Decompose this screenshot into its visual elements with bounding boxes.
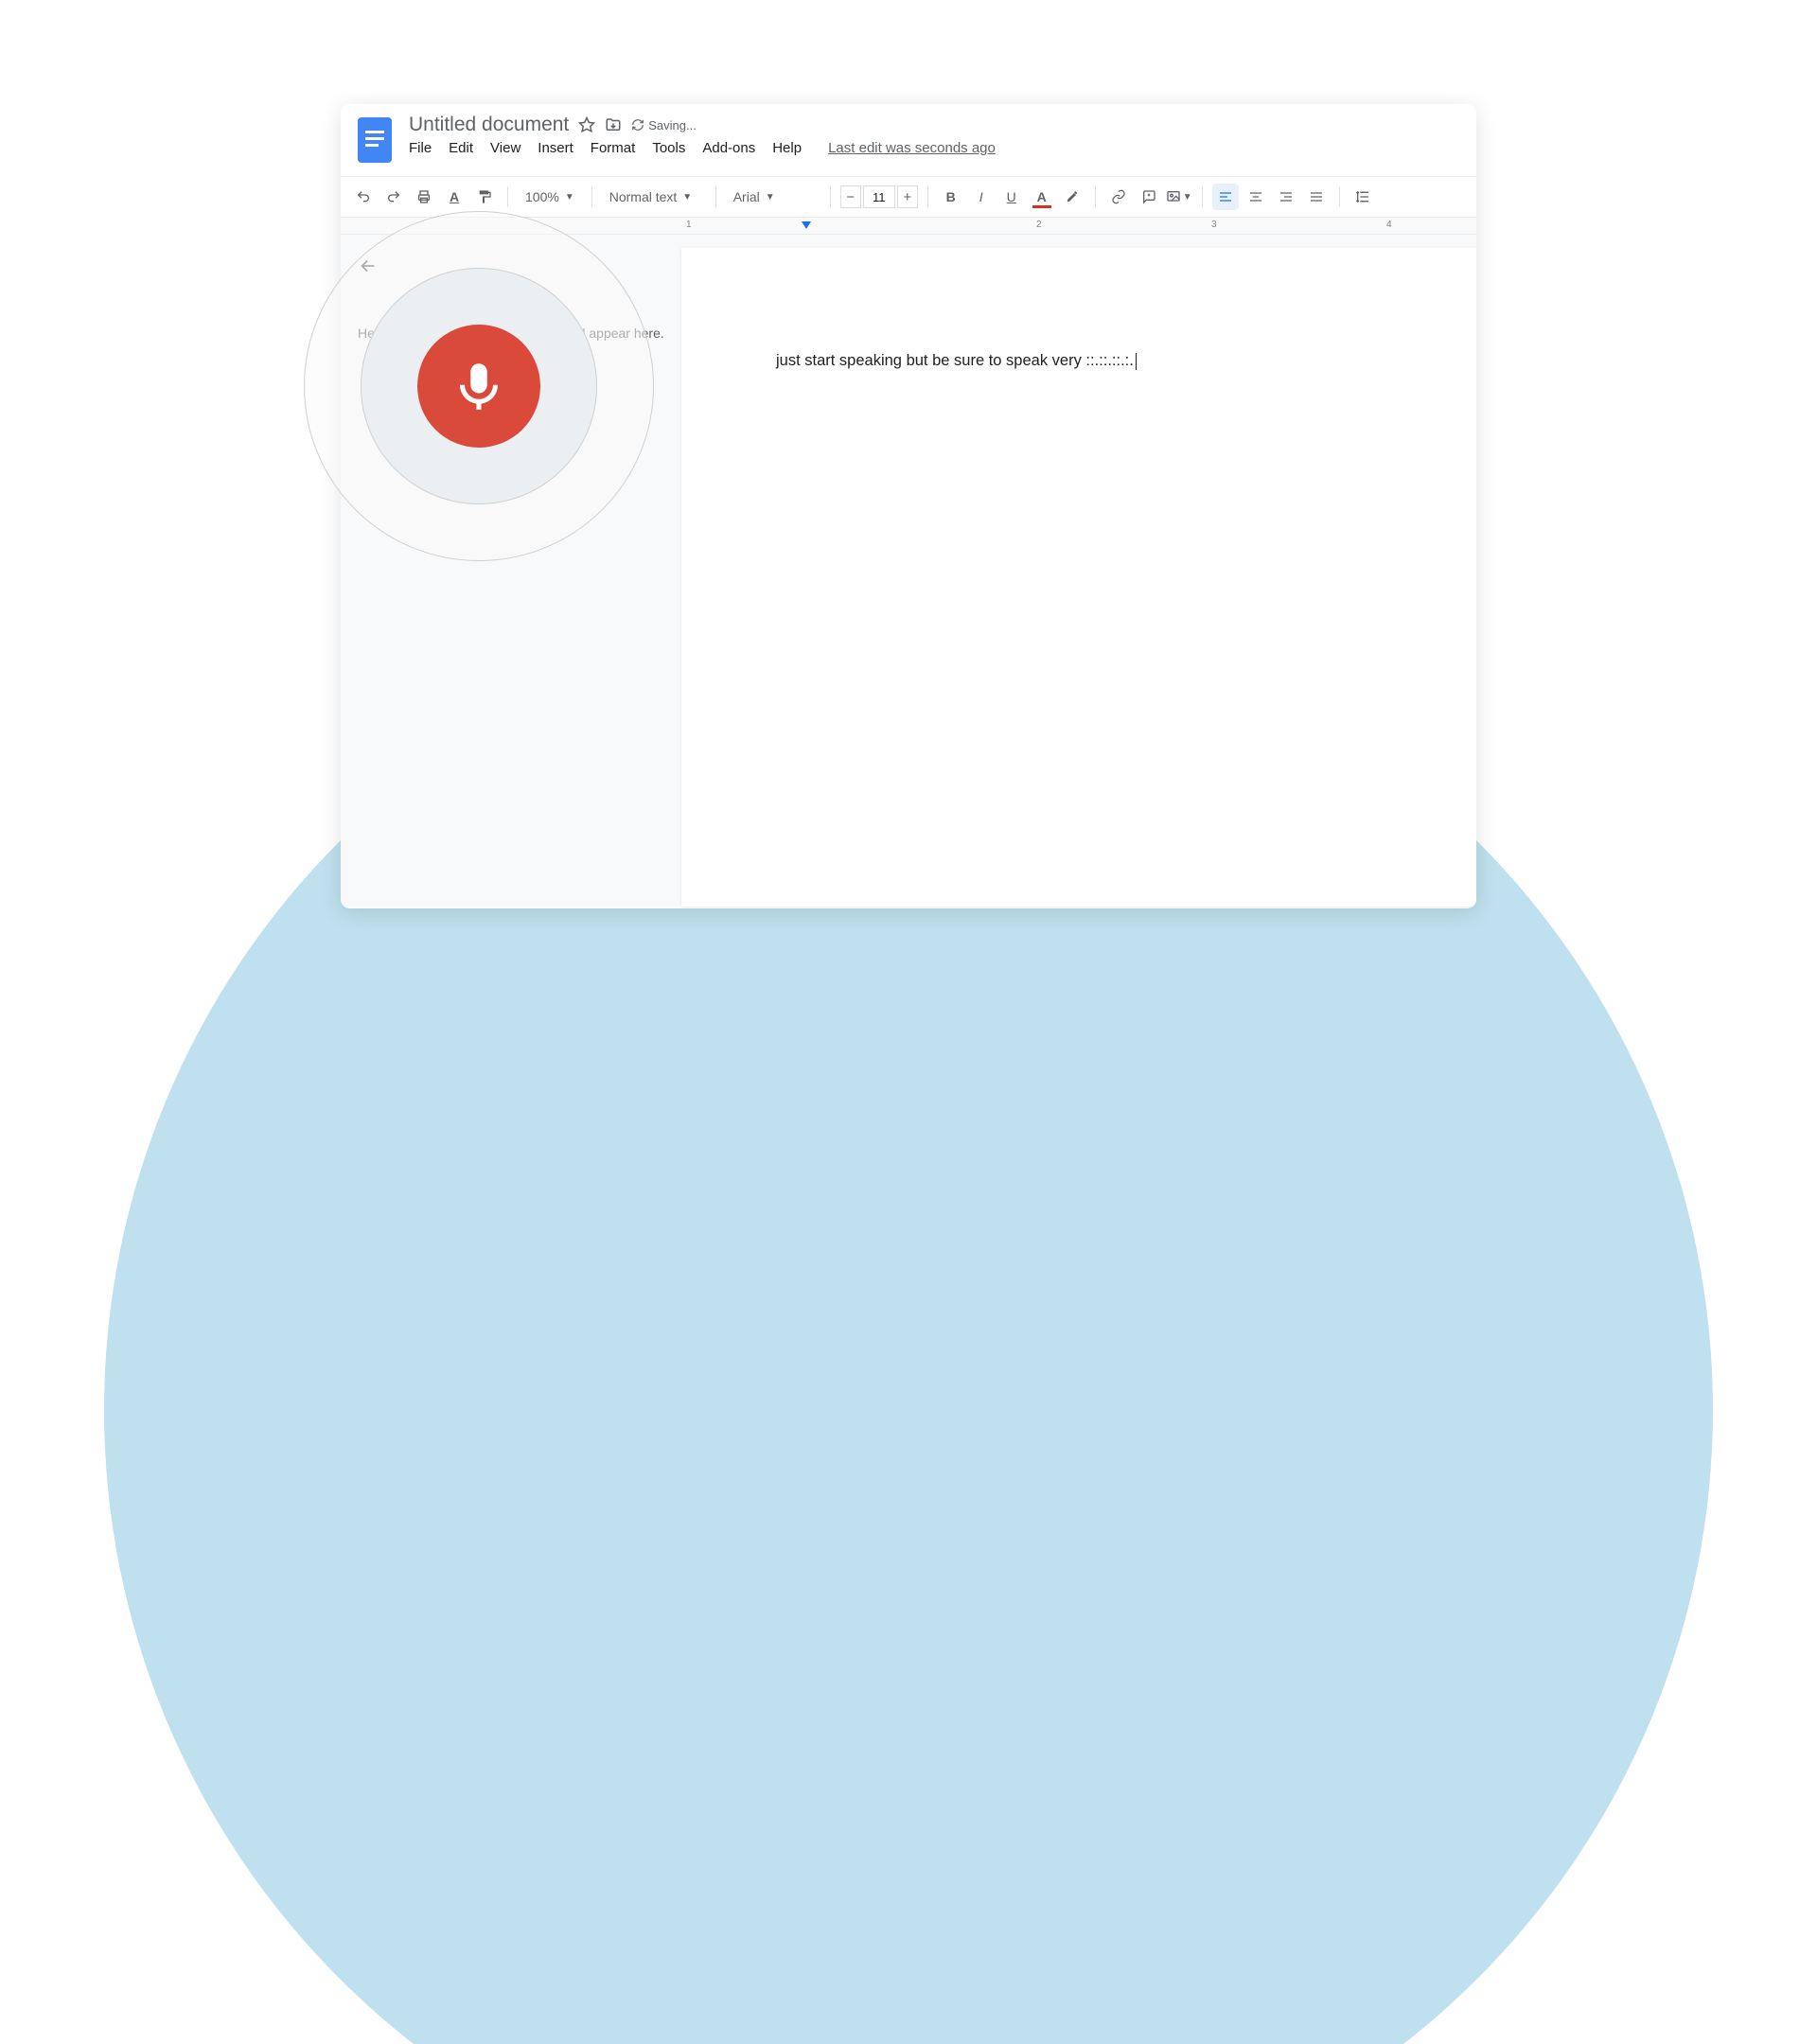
ruler-mark: 2 <box>1036 220 1042 230</box>
star-icon[interactable] <box>578 116 595 133</box>
menu-view[interactable]: View <box>490 140 520 156</box>
menu-insert[interactable]: Insert <box>538 140 573 156</box>
font-size-input[interactable] <box>863 185 895 208</box>
text-cursor <box>1136 353 1137 370</box>
style-dropdown[interactable]: Normal text▼ <box>602 184 706 210</box>
toolbar: A 100%▼ Normal text▼ Arial▼ − + B I U A … <box>341 176 1476 218</box>
align-center-button[interactable] <box>1243 184 1269 210</box>
undo-button[interactable] <box>350 184 377 210</box>
underline-button[interactable]: U <box>998 184 1025 210</box>
font-value: Arial <box>733 189 760 204</box>
menu-file[interactable]: File <box>409 140 432 156</box>
ruler-mark: 1 <box>686 220 692 230</box>
font-size-decrease-button[interactable]: − <box>840 185 861 208</box>
zoom-value: 100% <box>525 189 559 204</box>
menu-bar: File Edit View Insert Format Tools Add-o… <box>409 140 1463 156</box>
last-edit-link[interactable]: Last edit was seconds ago <box>828 140 996 156</box>
text-color-button[interactable]: A <box>1029 184 1055 210</box>
menu-tools[interactable]: Tools <box>652 140 685 156</box>
menu-format[interactable]: Format <box>591 140 636 156</box>
font-dropdown[interactable]: Arial▼ <box>726 184 820 210</box>
font-size-group: − + <box>840 185 918 208</box>
bold-button[interactable]: B <box>938 184 964 210</box>
paint-format-button[interactable] <box>471 184 498 210</box>
menu-edit[interactable]: Edit <box>449 140 473 156</box>
align-right-button[interactable] <box>1273 184 1299 210</box>
align-justify-button[interactable] <box>1303 184 1330 210</box>
saving-label: Saving... <box>648 118 697 132</box>
insert-image-button[interactable]: ▼ <box>1166 184 1192 210</box>
style-value: Normal text <box>609 189 678 204</box>
insert-comment-button[interactable] <box>1136 184 1162 210</box>
ruler-mark: 3 <box>1211 220 1217 230</box>
redo-button[interactable] <box>380 184 407 210</box>
sync-icon <box>631 118 644 132</box>
document-title[interactable]: Untitled document <box>409 114 569 136</box>
zoom-dropdown[interactable]: 100%▼ <box>518 184 582 210</box>
insert-link-button[interactable] <box>1105 184 1132 210</box>
align-left-button[interactable] <box>1212 184 1239 210</box>
voice-mic-button[interactable] <box>417 325 540 448</box>
italic-button[interactable]: I <box>968 184 995 210</box>
spellcheck-button[interactable]: A <box>441 184 467 210</box>
menu-help[interactable]: Help <box>772 140 802 156</box>
microphone-icon <box>450 358 507 414</box>
saving-status: Saving... <box>631 118 697 132</box>
document-body-text: just start speaking but be sure to speak… <box>776 352 1134 369</box>
font-size-increase-button[interactable]: + <box>897 185 918 208</box>
ruler-mark: 4 <box>1386 220 1392 230</box>
line-spacing-button[interactable] <box>1350 184 1376 210</box>
google-docs-window: Untitled document Saving... File Edit Vi… <box>341 104 1476 908</box>
docs-logo-icon[interactable] <box>354 114 396 167</box>
titlebar: Untitled document Saving... File Edit Vi… <box>341 104 1476 167</box>
indent-marker-icon[interactable] <box>802 221 811 229</box>
highlight-button[interactable] <box>1059 184 1085 210</box>
arrow-left-icon <box>358 256 379 276</box>
ruler[interactable]: 1 2 3 4 <box>341 218 1476 235</box>
print-button[interactable] <box>411 184 437 210</box>
move-to-folder-icon[interactable] <box>605 116 622 133</box>
outline-close-button[interactable] <box>358 256 664 282</box>
menu-addons[interactable]: Add-ons <box>702 140 755 156</box>
document-page[interactable]: just start speaking but be sure to speak… <box>681 248 1476 907</box>
